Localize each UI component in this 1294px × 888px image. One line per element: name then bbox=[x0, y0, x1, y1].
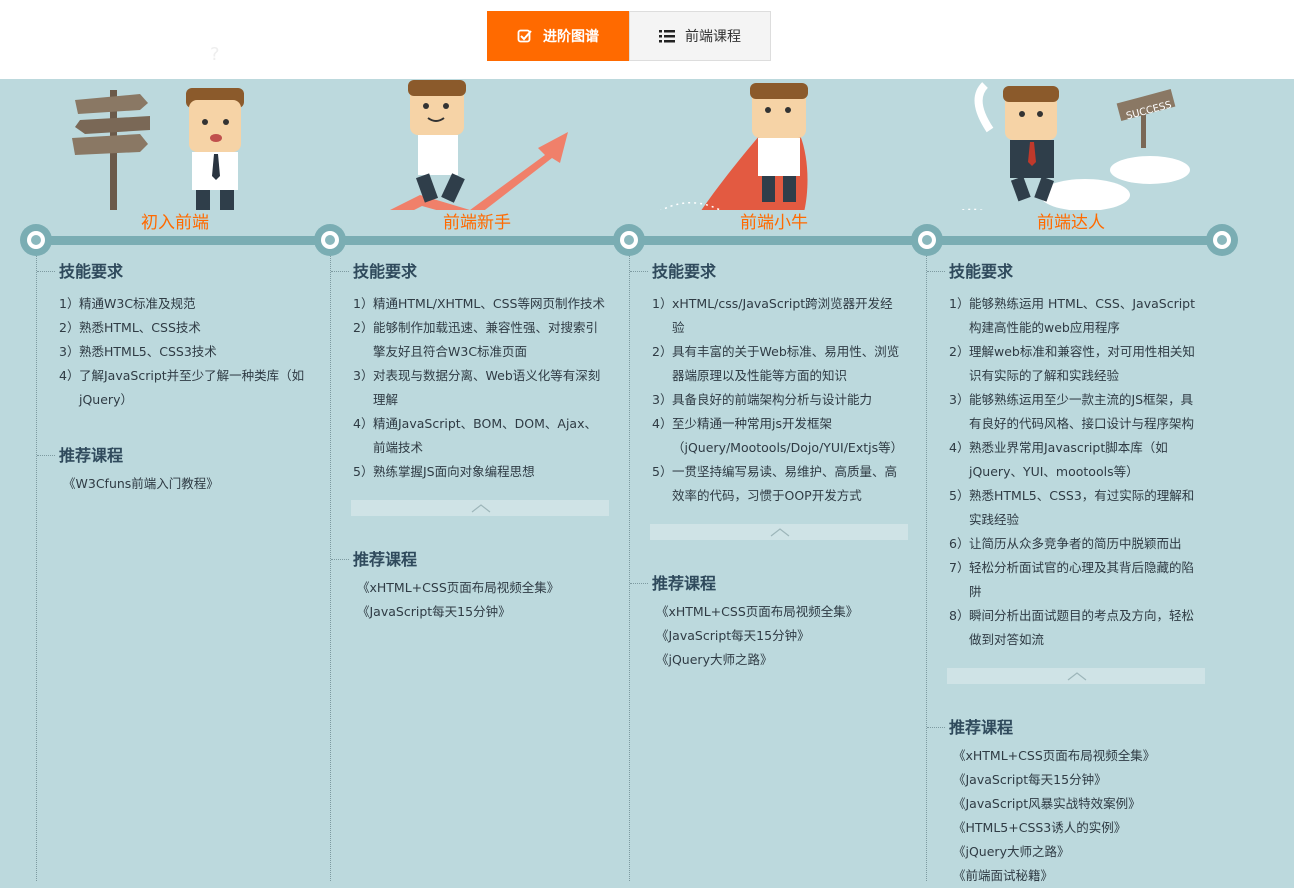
skill-item: 8） 瞬间分析出面试题目的考点及方向，轻松做到对答如流 bbox=[949, 608, 1195, 647]
timeline-node-3 bbox=[613, 224, 645, 256]
success-man-illustration: SUCCESS bbox=[958, 82, 1190, 210]
signpost-illustration bbox=[72, 90, 150, 210]
courses-heading: 推荐课程 bbox=[630, 572, 915, 596]
courses-heading: 推荐课程 bbox=[331, 548, 616, 572]
stage-column-1: 技能要求 1） 精通W3C标准及规范 2） 熟悉HTML、CSS技术 3） 熟悉HTM… bbox=[36, 256, 317, 881]
chevron-up-icon bbox=[770, 528, 790, 537]
stage-illustrations: ? SUCCESS bbox=[72, 44, 1190, 210]
collapse-toggle[interactable] bbox=[351, 500, 609, 516]
confused-man-illustration: ? bbox=[186, 44, 244, 210]
course-link[interactable]: 《xHTML+CSS页面布局视频全集》 bbox=[630, 600, 915, 624]
course-link[interactable]: 《jQuery大师之路》 bbox=[927, 840, 1212, 864]
skills-list: 1） xHTML/css/JavaScript跨浏览器开发经验 2） 具有丰富的关于… bbox=[630, 292, 915, 508]
skill-item: 2） 具有丰富的关于Web标准、易用性、浏览器端原理以及性能等方面的知识 bbox=[652, 344, 900, 383]
skills-list: 1） 能够熟练运用 HTML、CSS、JavaScript构建高性能的web应用程… bbox=[927, 292, 1212, 652]
course-link[interactable]: 《xHTML+CSS页面布局视频全集》 bbox=[927, 744, 1212, 768]
skill-item: 5） 一贯坚持编写易读、易维护、高质量、高效率的代码，习惯于OOP开发方式 bbox=[652, 464, 898, 503]
skill-item: 1） 精通HTML/XHTML、CSS等网页制作技术 bbox=[353, 296, 605, 311]
course-link[interactable]: 《前端面试秘籍》 bbox=[927, 864, 1212, 888]
stage-column-2: 技能要求 1） 精通HTML/XHTML、CSS等网页制作技术 2） 能够制作加载迅… bbox=[330, 256, 616, 881]
timeline-node-4 bbox=[911, 224, 943, 256]
stage-column-3: 技能要求 1） xHTML/css/JavaScript跨浏览器开发经验 2） 具有… bbox=[629, 256, 915, 881]
skill-item: 2） 理解web标准和兼容性，对可用性相关知识有实际的了解和实践经验 bbox=[949, 344, 1195, 383]
skill-item: 3） 能够熟练运用至少一款主流的JS框架，具有良好的代码风格、接口设计与程序架构 bbox=[949, 392, 1195, 431]
courses-heading: 推荐课程 bbox=[37, 444, 317, 468]
chevron-up-icon bbox=[471, 504, 491, 513]
course-link[interactable]: 《JavaScript每天15分钟》 bbox=[331, 600, 616, 624]
course-link[interactable]: 《HTML5+CSS3诱人的实例》 bbox=[927, 816, 1212, 840]
stage-column-4: 技能要求 1） 能够熟练运用 HTML、CSS、JavaScript构建高性能的w… bbox=[926, 256, 1212, 883]
skill-item: 1） 能够熟练运用 HTML、CSS、JavaScript构建高性能的web应用程… bbox=[949, 296, 1196, 335]
timeline-node-2 bbox=[314, 224, 346, 256]
course-link[interactable]: 《W3Cfuns前端入门教程》 bbox=[37, 472, 317, 496]
skill-item: 5） 熟悉HTML5、CSS3，有过实际的理解和实践经验 bbox=[949, 488, 1195, 527]
skills-list: 1） 精通W3C标准及规范 2） 熟悉HTML、CSS技术 3） 熟悉HTML5、CS… bbox=[37, 292, 317, 412]
skill-item: 2） 熟悉HTML、CSS技术 bbox=[59, 320, 201, 335]
skills-heading: 技能要求 bbox=[630, 260, 915, 284]
stage-title-4: 前端达人 bbox=[1037, 213, 1105, 233]
skill-item: 3） 对表现与数据分离、Web语义化等有深刻理解 bbox=[353, 368, 601, 407]
skill-item: 6） 让简历从众多竞争者的简历中脱颖而出 bbox=[949, 536, 1182, 551]
course-link[interactable]: 《JavaScript每天15分钟》 bbox=[927, 768, 1212, 792]
timeline-node-5 bbox=[1206, 224, 1238, 256]
collapse-toggle[interactable] bbox=[947, 668, 1205, 684]
courses-heading: 推荐课程 bbox=[927, 716, 1212, 740]
running-man-illustration bbox=[390, 80, 568, 210]
svg-text:?: ? bbox=[210, 44, 220, 65]
timeline-node-1 bbox=[20, 224, 52, 256]
skill-item: 5） 熟练掌握JS面向对象编程思想 bbox=[353, 464, 535, 479]
skills-heading: 技能要求 bbox=[331, 260, 616, 284]
stage-title-3: 前端小牛 bbox=[740, 213, 808, 233]
skill-item: 1） 精通W3C标准及规范 bbox=[59, 296, 196, 311]
skills-heading: 技能要求 bbox=[37, 260, 317, 284]
skill-item: 4） 了解JavaScript并至少了解一种类库（如jQuery） bbox=[59, 368, 305, 407]
skill-item: 1） xHTML/css/JavaScript跨浏览器开发经验 bbox=[652, 296, 893, 335]
skill-item: 4） 熟悉业界常用Javascript脚本库（如jQuery、YUI、mootoo… bbox=[949, 440, 1168, 479]
skills-heading: 技能要求 bbox=[927, 260, 1212, 284]
skill-item: 2） 能够制作加载迅速、兼容性强、对搜索引擎友好且符合W3C标准页面 bbox=[353, 320, 599, 359]
stage-title-1: 初入前端 bbox=[141, 213, 209, 233]
chevron-up-icon bbox=[1067, 672, 1087, 681]
skills-list: 1） 精通HTML/XHTML、CSS等网页制作技术 2） 能够制作加载迅速、兼容性… bbox=[331, 292, 616, 484]
collapse-toggle[interactable] bbox=[650, 524, 908, 540]
course-link[interactable]: 《JavaScript风暴实战特效案例》 bbox=[927, 792, 1212, 816]
skill-item: 4） 精通JavaScript、BOM、DOM、Ajax、前端技术 bbox=[353, 416, 597, 455]
skill-item: 4） 至少精通一种常用js开发框架（jQuery/Mootools/Dojo/YU… bbox=[652, 416, 904, 455]
skill-item: 3） 熟悉HTML5、CSS3技术 bbox=[59, 344, 217, 359]
course-link[interactable]: 《xHTML+CSS页面布局视频全集》 bbox=[331, 576, 616, 600]
skill-item: 3） 具备良好的前端架构分析与设计能力 bbox=[652, 392, 873, 407]
course-link[interactable]: 《JavaScript每天15分钟》 bbox=[630, 624, 915, 648]
superhero-man-illustration bbox=[660, 83, 808, 210]
stage-title-2: 前端新手 bbox=[443, 213, 511, 233]
skill-item: 7） 轻松分析面试官的心理及其背后隐藏的陷阱 bbox=[949, 560, 1195, 599]
course-link[interactable]: 《jQuery大师之路》 bbox=[630, 648, 915, 672]
